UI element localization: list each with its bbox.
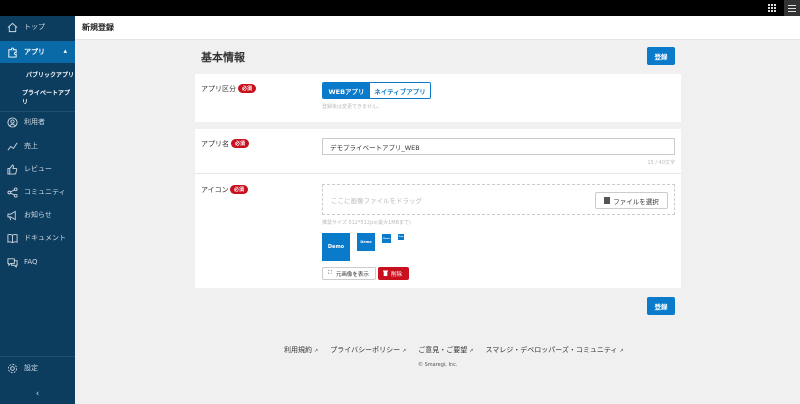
sidebar-collapse-button[interactable]: ‹ — [0, 384, 75, 404]
sidebar-item-label: 利用者 — [24, 118, 45, 126]
delete-label: 削除 — [391, 271, 403, 278]
puzzle-icon — [6, 46, 18, 58]
app-type-card — [195, 74, 681, 122]
sidebar: トップ アプリ ▴ パブリックアプリ プライベートアプリ 利用者 売上 レビュー — [0, 16, 75, 404]
icon-preview-text: Demo — [360, 240, 372, 244]
footer-link-label: ご意見・ご要望 — [418, 346, 468, 354]
sidebar-item-community[interactable]: コミュニティ — [0, 181, 75, 203]
footer-link-community[interactable]: スマレジ・デベロッパーズ・コミュニティ ↗ — [485, 345, 623, 355]
footer-links: 利用規約 ↗ プライバシーポリシー ↗ ご意見・ご要望 ↗ スマレジ・デベロッパーズ・… — [284, 345, 624, 355]
chevron-up-icon: ▴ — [63, 47, 67, 55]
app-name-counter: 15 / 40文字 — [647, 160, 675, 166]
sidebar-item-users[interactable]: 利用者 — [0, 111, 75, 133]
icon-preview-tiny: Demo — [398, 234, 404, 240]
required-badge: 必須 — [231, 139, 250, 148]
file-icon — [604, 197, 611, 204]
register-button-bottom[interactable]: 登録 — [647, 297, 675, 315]
footer-link-label: スマレジ・デベロッパーズ・コミュニティ — [485, 346, 618, 354]
chevron-left-icon: ‹ — [35, 389, 40, 399]
top-bar — [0, 0, 800, 16]
book-icon — [6, 232, 18, 244]
user-icon — [6, 116, 18, 128]
footer-link-feedback[interactable]: ご意見・ご要望 ↗ — [418, 345, 473, 355]
footer-link-label: 利用規約 — [284, 346, 312, 354]
app-name-label: アプリ名 — [201, 140, 229, 148]
chart-icon — [6, 140, 18, 152]
show-original-button[interactable]: ⛶ 元画像を表示 — [322, 267, 376, 280]
sidebar-item-app[interactable]: アプリ ▴ — [0, 41, 75, 63]
external-link-icon: ↗ — [619, 348, 624, 354]
sidebar-item-faq[interactable]: FAQ — [0, 251, 75, 273]
sidebar-subitem-public-app[interactable]: パブリックアプリ — [0, 64, 75, 84]
external-link-icon: ↗ — [402, 348, 407, 354]
register-button-top[interactable]: 登録 — [647, 47, 675, 65]
chat-icon — [6, 256, 18, 268]
sidebar-item-label: 設定 — [24, 364, 38, 372]
app-type-label: アプリ区分 — [201, 85, 236, 93]
megaphone-icon — [6, 209, 18, 221]
icon-preview-text: Demo — [383, 237, 390, 240]
app-name-input[interactable]: デモプライベートアプリ_WEB — [322, 138, 675, 155]
sidebar-item-reviews[interactable]: レビュー — [0, 158, 75, 180]
icon-preview-large: Demo — [322, 233, 350, 261]
page-header: 新規登録 — [75, 16, 800, 40]
sidebar-item-documents[interactable]: ドキュメント — [0, 227, 75, 249]
choose-file-label: ファイルを選択 — [613, 197, 659, 206]
hamburger-menu-icon[interactable] — [784, 0, 800, 16]
choose-file-button[interactable]: ファイルを選択 — [595, 192, 668, 209]
icon-preview-text: Demo — [398, 236, 404, 238]
footer-link-label: プライバシーポリシー — [330, 346, 401, 354]
sidebar-item-settings[interactable]: 設定 — [0, 357, 75, 379]
icon-size-help: 推奨サイズ 512*512px(最大1MBまで) — [322, 220, 411, 226]
section-title: 基本情報 — [201, 51, 245, 64]
sidebar-item-label: レビュー — [24, 165, 52, 173]
app-type-toggle: WEBアプリ ネイティブアプリ — [322, 82, 431, 99]
icon-dropzone[interactable]: ここに画像ファイルをドラッグ ファイルを選択 — [322, 184, 675, 215]
sidebar-item-news[interactable]: お知らせ — [0, 204, 75, 226]
sidebar-item-label: トップ — [24, 23, 45, 31]
page-title: 新規登録 — [82, 23, 114, 32]
sidebar-item-label: ドキュメント — [24, 234, 66, 242]
apps-grid-icon[interactable] — [767, 3, 777, 13]
trash-icon — [383, 270, 388, 278]
expand-icon: ⛶ — [328, 270, 332, 276]
footer-link-terms[interactable]: 利用規約 ↗ — [284, 345, 318, 355]
share-icon — [6, 186, 18, 198]
icon-label: アイコン — [201, 186, 229, 194]
sidebar-item-label: コミュニティ — [24, 188, 66, 196]
sidebar-item-label: お知らせ — [24, 211, 52, 219]
icon-preview-medium: Demo — [357, 233, 375, 251]
icon-preview-small: Demo — [382, 234, 391, 243]
sidebar-subitem-label: プライベートアプリ — [22, 90, 71, 106]
copyright: © Smaregi, Inc. — [418, 362, 458, 368]
sidebar-subitem-private-app[interactable]: プライベートアプリ — [0, 87, 75, 107]
sidebar-item-label: アプリ — [24, 48, 45, 56]
footer-link-privacy[interactable]: プライバシーポリシー ↗ — [330, 345, 406, 355]
gear-icon — [6, 362, 18, 374]
icon-preview-text: Demo — [327, 244, 345, 250]
thumbs-up-icon — [6, 163, 18, 175]
row-divider — [195, 173, 681, 174]
external-link-icon: ↗ — [314, 348, 319, 354]
sidebar-item-label: FAQ — [24, 258, 38, 266]
show-original-label: 元画像を表示 — [335, 271, 369, 278]
sidebar-item-label: 売上 — [24, 142, 38, 150]
app-type-option-web[interactable]: WEBアプリ — [323, 83, 370, 98]
dropzone-placeholder: ここに画像ファイルをドラッグ — [331, 197, 422, 205]
required-badge: 必須 — [230, 185, 249, 194]
home-icon — [6, 21, 18, 33]
external-link-icon: ↗ — [469, 348, 474, 354]
required-badge: 必須 — [238, 84, 257, 93]
sidebar-item-top[interactable]: トップ — [0, 16, 75, 38]
app-type-help: 登録後は変更できません。 — [322, 104, 382, 110]
app-type-option-native[interactable]: ネイティブアプリ — [370, 83, 430, 98]
sidebar-item-sales[interactable]: 売上 — [0, 135, 75, 157]
sidebar-subitem-label: パブリックアプリ — [26, 71, 75, 79]
delete-icon-button[interactable]: 削除 — [378, 267, 409, 280]
